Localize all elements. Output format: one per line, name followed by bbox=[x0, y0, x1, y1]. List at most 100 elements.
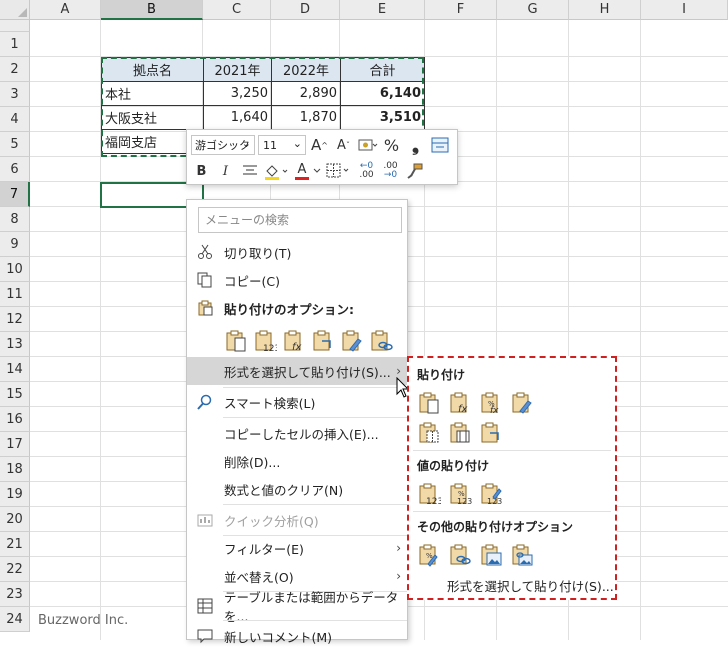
decrease-decimal-button[interactable]: .00 →0 bbox=[380, 160, 401, 182]
paste-transpose-icon[interactable] bbox=[479, 421, 503, 445]
paste-values-icon[interactable]: 123 bbox=[417, 482, 441, 506]
shrink-font-button[interactable]: Aˇ bbox=[333, 134, 354, 156]
table-cell[interactable]: 2,890 bbox=[271, 81, 341, 106]
row-header-15[interactable]: 15 bbox=[0, 382, 30, 407]
row-header-24[interactable]: 24 bbox=[0, 607, 30, 632]
column-header-b[interactable]: B bbox=[101, 0, 203, 20]
row-header-13[interactable]: 13 bbox=[0, 332, 30, 357]
paste-transpose-icon[interactable] bbox=[311, 329, 335, 353]
paste-link-icon[interactable] bbox=[448, 543, 472, 567]
table-header-cell[interactable]: 2022年 bbox=[271, 57, 341, 82]
paste-picture-icon[interactable] bbox=[479, 543, 503, 567]
menu-item-copy[interactable]: コピー(C) bbox=[187, 266, 407, 294]
format-painter-wide-button[interactable] bbox=[429, 134, 450, 156]
paste-values-icon[interactable]: 123 bbox=[253, 329, 277, 353]
row-header-6[interactable]: 6 bbox=[0, 157, 30, 182]
paste-formulas-number-format-icon[interactable]: % fx bbox=[479, 391, 503, 415]
row-header-12[interactable]: 12 bbox=[0, 307, 30, 332]
menu-item-new-comment[interactable]: 新しいコメント(M) bbox=[187, 622, 407, 650]
row-header-10[interactable]: 10 bbox=[0, 257, 30, 282]
row-header-20[interactable]: 20 bbox=[0, 507, 30, 532]
paste-column-widths-icon[interactable] bbox=[448, 421, 472, 445]
row-header-1[interactable]: 1 bbox=[0, 32, 30, 57]
menu-item-filter[interactable]: フィルター(E) › bbox=[187, 534, 407, 562]
font-size-dropdown[interactable]: 11 bbox=[258, 134, 306, 155]
table-header-cell[interactable]: 合計 bbox=[340, 57, 425, 82]
column-header-f[interactable]: F bbox=[425, 0, 497, 20]
column-header-g[interactable]: G bbox=[497, 0, 569, 20]
column-header-e[interactable]: E bbox=[340, 0, 425, 20]
chevron-down-icon bbox=[313, 168, 321, 173]
column-header-h[interactable]: H bbox=[569, 0, 641, 20]
row-header-18[interactable]: 18 bbox=[0, 457, 30, 482]
paste-values-source-formatting-icon[interactable]: 123 bbox=[479, 482, 503, 506]
table-cell[interactable]: 3,250 bbox=[203, 81, 272, 106]
comma-style-button[interactable]: ❟ bbox=[405, 134, 426, 156]
paste-formulas-icon[interactable]: fx bbox=[282, 329, 306, 353]
row-header-2[interactable]: 2 bbox=[0, 57, 30, 82]
menu-item-clear[interactable]: 数式と値のクリア(N) bbox=[187, 475, 407, 503]
menu-item-sort[interactable]: 並べ替え(O) › bbox=[187, 562, 407, 590]
italic-button[interactable]: I bbox=[215, 160, 236, 182]
menu-item-label: クイック分析(Q) bbox=[224, 513, 319, 529]
font-color-button[interactable]: A bbox=[294, 160, 322, 182]
fill-color-button[interactable] bbox=[263, 160, 291, 182]
paste-link-icon[interactable] bbox=[369, 329, 393, 353]
paste-icon[interactable] bbox=[224, 329, 248, 353]
row-header-22[interactable]: 22 bbox=[0, 557, 30, 582]
row-header-5[interactable]: 5 bbox=[0, 132, 30, 157]
paste-formulas-icon[interactable]: fx bbox=[448, 391, 472, 415]
table-cell[interactable]: 大阪支社 bbox=[101, 105, 204, 130]
row-header-14[interactable]: 14 bbox=[0, 357, 30, 382]
table-cell-total[interactable]: 6,140 bbox=[340, 81, 425, 106]
menu-item-cut[interactable]: 切り取り(T) bbox=[187, 238, 407, 266]
table-header-cell[interactable]: 2021年 bbox=[203, 57, 272, 82]
paste-no-borders-icon[interactable] bbox=[417, 421, 441, 445]
table-header-cell[interactable]: 拠点名 bbox=[101, 57, 204, 82]
row-header-4[interactable]: 4 bbox=[0, 107, 30, 132]
menu-item-paste-special[interactable]: 形式を選択して貼り付け(S)... › bbox=[187, 357, 407, 385]
paste-values-number-format-icon[interactable]: % 123 bbox=[448, 482, 472, 506]
row-header-3[interactable]: 3 bbox=[0, 82, 30, 107]
paste-all-icon[interactable] bbox=[417, 391, 441, 415]
accounting-format-button[interactable] bbox=[357, 134, 378, 156]
menu-item-delete[interactable]: 削除(D)... bbox=[187, 447, 407, 475]
row-header-17[interactable]: 17 bbox=[0, 432, 30, 457]
menu-search-input[interactable]: メニューの検索 bbox=[198, 207, 402, 233]
grow-font-button[interactable]: A ^ bbox=[309, 134, 330, 156]
table-cell-total[interactable]: 3,510 bbox=[340, 105, 425, 130]
select-all-corner[interactable] bbox=[0, 0, 30, 20]
paste-linked-picture-icon[interactable] bbox=[510, 543, 534, 567]
paste-formatting-icon[interactable] bbox=[340, 329, 364, 353]
row-header-21[interactable]: 21 bbox=[0, 532, 30, 557]
paste-special-dialog-link[interactable]: 形式を選択して貼り付け(S)... bbox=[447, 576, 614, 595]
row-header-7[interactable]: 7 bbox=[0, 182, 30, 207]
bold-button[interactable]: B bbox=[191, 160, 212, 182]
column-header-i[interactable]: I bbox=[641, 0, 728, 20]
align-center-button[interactable] bbox=[239, 160, 260, 182]
table-cell[interactable]: 1,870 bbox=[271, 105, 341, 130]
increase-decimal-button[interactable]: ←0.00 bbox=[356, 160, 377, 182]
submenu-section-paste: 貼り付け bbox=[417, 368, 466, 382]
column-header-c[interactable]: C bbox=[203, 0, 271, 20]
row-header-8[interactable]: 8 bbox=[0, 207, 30, 232]
format-painter-button[interactable] bbox=[404, 160, 425, 182]
menu-item-insert-copied[interactable]: コピーしたセルの挿入(E)... bbox=[187, 419, 407, 447]
column-header-a[interactable]: A bbox=[30, 0, 101, 20]
menu-item-smart-lookup[interactable]: スマート検索(L) bbox=[187, 388, 407, 416]
column-header-d[interactable]: D bbox=[271, 0, 340, 20]
row-header-top-strip bbox=[0, 20, 30, 32]
menu-item-table-range[interactable]: テーブルまたは範囲からデータを... bbox=[187, 590, 407, 624]
borders-button[interactable] bbox=[325, 160, 353, 182]
row-header-23[interactable]: 23 bbox=[0, 582, 30, 607]
paste-keep-formatting-icon[interactable] bbox=[510, 391, 534, 415]
table-cell[interactable]: 本社 bbox=[101, 81, 204, 106]
row-header-19[interactable]: 19 bbox=[0, 482, 30, 507]
table-cell[interactable]: 1,640 bbox=[203, 105, 272, 130]
row-header-16[interactable]: 16 bbox=[0, 407, 30, 432]
row-header-11[interactable]: 11 bbox=[0, 282, 30, 307]
row-header-9[interactable]: 9 bbox=[0, 232, 30, 257]
font-name-dropdown[interactable]: 游ゴシック bbox=[191, 134, 255, 155]
percent-style-button[interactable]: % bbox=[381, 134, 402, 156]
paste-formatting-icon[interactable]: % bbox=[417, 543, 441, 567]
